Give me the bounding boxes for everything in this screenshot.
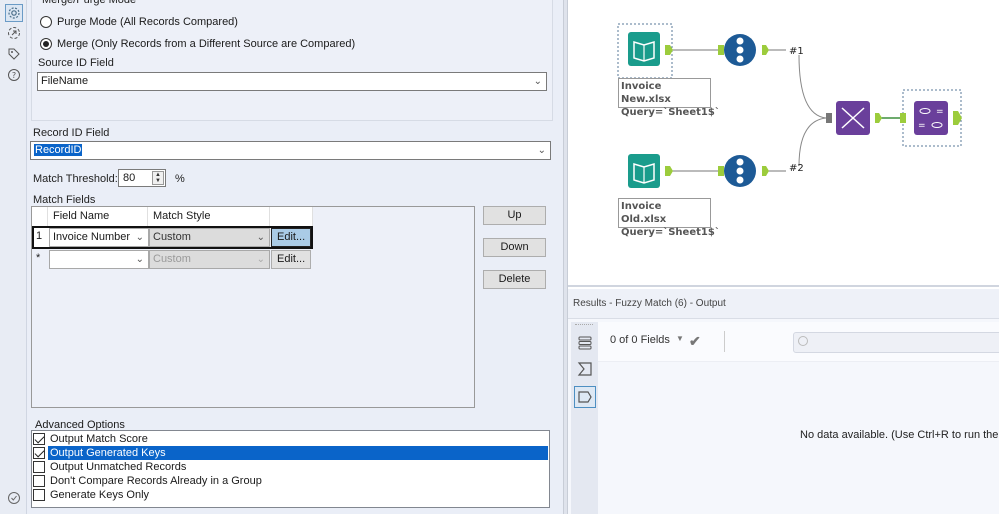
output-tag-icon[interactable]: [574, 386, 596, 408]
formula-node: = =: [900, 101, 962, 135]
radio-button[interactable]: [40, 16, 52, 28]
chevron-down-icon: ⌄: [533, 76, 542, 87]
spinner-arrows[interactable]: ▲ ▼: [152, 171, 164, 185]
match-style-value: Custom: [153, 253, 191, 265]
threshold-unit: %: [175, 173, 185, 185]
record-id-value: RecordID: [34, 144, 83, 156]
configuration-panel: Merge/Purge Mode Purge Mode (All Records…: [27, 0, 563, 514]
merge-purge-group: Merge/Purge Mode Purge Mode (All Records…: [31, 0, 553, 121]
advanced-options-list: Output Match Score Output Generated Keys…: [31, 430, 550, 508]
drag-handle[interactable]: [575, 324, 593, 326]
gear-icon[interactable]: [5, 4, 23, 22]
connection-label-2: #2: [789, 163, 804, 174]
checkmark-icon[interactable]: ✔: [689, 333, 701, 350]
results-view-switcher: [571, 322, 598, 514]
record-id-node-1: [718, 34, 769, 66]
node-query: Query=`Sheet1$`: [621, 227, 720, 238]
toolbar-separator: [724, 331, 725, 352]
workflow-diagram: = =: [617, 23, 962, 188]
results-panel: Results - Fuzzy Match (6) - Output 0 of …: [568, 289, 999, 514]
tag-icon[interactable]: [5, 45, 23, 63]
output-anchor: [665, 166, 673, 176]
match-style-dropdown[interactable]: Custom ⌄: [149, 250, 270, 269]
record-id-node-2: [718, 155, 769, 187]
option-label: Generate Keys Only: [50, 489, 150, 501]
source-id-value: FileName: [41, 75, 89, 87]
input-data-node-1: [628, 32, 660, 66]
app-window: ? Merge/Purge Mode Purge Mode (All Recor…: [0, 0, 999, 514]
summary-icon[interactable]: [574, 358, 596, 380]
field-name-dropdown[interactable]: ⌄: [49, 250, 149, 269]
caret-down-icon[interactable]: ▼: [676, 334, 684, 343]
column-header-field-name[interactable]: Field Name: [48, 207, 148, 226]
column-header-match-style[interactable]: Match Style: [148, 207, 270, 226]
merge-mode-label: Merge (Only Records from a Different Sou…: [57, 38, 356, 50]
match-threshold-spinner[interactable]: 80 ▲ ▼: [118, 169, 166, 187]
merge-mode-radio[interactable]: Merge (Only Records from a Different Sou…: [40, 38, 355, 50]
purge-mode-label: Purge Mode (All Records Compared): [57, 16, 238, 28]
connection-label-1: #1: [789, 46, 804, 57]
option-generate-keys-only[interactable]: Generate Keys Only: [33, 488, 151, 502]
delete-button[interactable]: Delete: [483, 270, 546, 289]
grid-corner: [32, 207, 48, 226]
fields-count[interactable]: 0 of 0 Fields: [610, 334, 670, 346]
node-filename: Invoice New.xlsx: [621, 81, 671, 105]
connection-line: [798, 117, 827, 167]
results-search-input[interactable]: [793, 332, 999, 353]
down-button[interactable]: Down: [483, 238, 546, 257]
chevron-down-icon: ⌄: [256, 254, 265, 265]
source-id-label: Source ID Field: [38, 57, 114, 69]
option-output-generated-keys[interactable]: Output Generated Keys: [33, 446, 548, 460]
purge-mode-radio[interactable]: Purge Mode (All Records Compared): [40, 16, 238, 28]
row-index: *: [36, 252, 41, 264]
input-data-node-2: [628, 154, 660, 188]
workflow-canvas[interactable]: = = Invoice New.xlsx Query=`Sheet1$` Inv…: [568, 0, 999, 287]
chevron-down-icon: ⌄: [135, 254, 144, 265]
option-output-match-score[interactable]: Output Match Score: [33, 432, 150, 446]
option-label: Output Generated Keys: [48, 446, 548, 460]
fuzzy-match-node: [826, 101, 882, 135]
radio-button[interactable]: [40, 38, 52, 50]
option-output-unmatched-records[interactable]: Output Unmatched Records: [33, 460, 188, 474]
match-threshold-value: 80: [123, 172, 136, 184]
selected-row-outline: [32, 226, 313, 249]
source-id-dropdown[interactable]: FileName ⌄: [37, 72, 547, 91]
no-data-message: No data available. (Use Ctrl+R to run th…: [800, 429, 999, 441]
node-filename: Invoice Old.xlsx: [621, 201, 667, 225]
svg-text:=: =: [936, 107, 944, 117]
checkbox[interactable]: [33, 489, 45, 501]
checkbox[interactable]: [33, 433, 45, 445]
node-query: Query=`Sheet1$`: [621, 107, 720, 118]
match-fields-label: Match Fields: [33, 194, 96, 206]
merge-purge-title: Merge/Purge Mode: [42, 0, 137, 6]
results-toolbar: 0 of 0 Fields ▼ ✔: [598, 322, 999, 362]
results-title: Results - Fuzzy Match (6) - Output: [568, 289, 999, 319]
svg-text:=: =: [918, 121, 926, 131]
record-id-dropdown[interactable]: RecordID ⌄: [30, 141, 551, 160]
config-icon-strip: ?: [0, 0, 27, 514]
up-button[interactable]: Up: [483, 206, 546, 225]
search-icon: [798, 336, 808, 346]
input-node-1-label: Invoice New.xlsx Query=`Sheet1$`: [618, 78, 720, 118]
check-circle-icon: [5, 489, 23, 507]
table-view-icon[interactable]: [574, 332, 596, 354]
option-label: Output Match Score: [50, 433, 148, 445]
connection-icon[interactable]: [5, 24, 23, 42]
help-icon[interactable]: ?: [5, 66, 23, 84]
edit-button[interactable]: Edit...: [271, 250, 311, 269]
chevron-down-icon: ⌄: [537, 145, 546, 156]
option-label: Don't Compare Records Already in a Group: [50, 475, 262, 487]
option-label: Output Unmatched Records: [50, 461, 187, 473]
option-dont-compare-grouped[interactable]: Don't Compare Records Already in a Group: [33, 474, 264, 488]
column-header-edit: [270, 207, 313, 226]
connection-line: [798, 54, 827, 119]
checkbox[interactable]: [33, 447, 45, 459]
checkbox[interactable]: [33, 475, 45, 487]
input-node-2-label: Invoice Old.xlsx Query=`Sheet1$`: [618, 198, 720, 238]
match-threshold-label: Match Threshold:: [33, 173, 118, 185]
svg-text:?: ?: [12, 71, 16, 80]
record-id-label: Record ID Field: [33, 127, 110, 139]
match-fields-grid: Field Name Match Style 1 Invoice Number …: [31, 206, 475, 408]
checkbox[interactable]: [33, 461, 45, 473]
